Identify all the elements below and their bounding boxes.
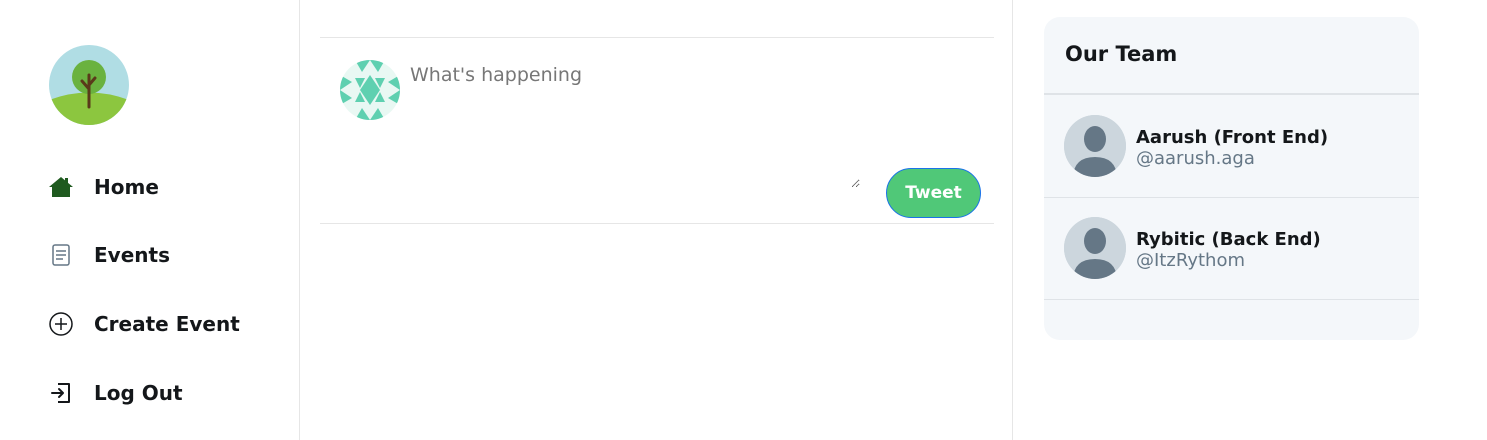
- identicon-avatar: [340, 60, 400, 120]
- logout-icon: [48, 380, 74, 406]
- home-icon: [48, 174, 74, 200]
- team-member-name: Rybitic (Back End): [1136, 229, 1321, 250]
- sidebar-item-log-out[interactable]: Log Out: [48, 373, 183, 413]
- tweet-composer: Tweet: [320, 37, 994, 224]
- sidebar-item-events[interactable]: Events: [48, 235, 170, 275]
- widget-title: Our Team: [1065, 42, 1178, 66]
- sidebar-item-label: Events: [94, 243, 170, 267]
- team-member[interactable]: Rybitic (Back End) @ItzRythom: [1044, 197, 1419, 300]
- plus-circle-icon: [48, 311, 74, 337]
- team-member-name: Aarush (Front End): [1136, 127, 1329, 148]
- sidebar-item-home[interactable]: Home: [48, 167, 159, 207]
- default-user-avatar: [1064, 217, 1126, 279]
- sidebar-item-label: Home: [94, 175, 159, 199]
- tweet-button[interactable]: Tweet: [886, 168, 981, 218]
- team-member-handle: @aarush.aga: [1136, 148, 1255, 169]
- tree-logo-icon[interactable]: [49, 45, 129, 125]
- sidebar: Home Events Create Event Log Out: [0, 0, 300, 440]
- tweet-input[interactable]: [410, 64, 860, 188]
- team-member[interactable]: Aarush (Front End) @aarush.aga: [1044, 95, 1419, 198]
- sidebar-item-create-event[interactable]: Create Event: [48, 304, 240, 344]
- team-widget: Our Team Aarush (Front End) @aarush.aga …: [1044, 17, 1419, 340]
- sidebar-item-label: Create Event: [94, 312, 240, 336]
- sidebar-item-label: Log Out: [94, 381, 183, 405]
- default-user-avatar: [1064, 115, 1126, 177]
- feed: Tweet: [301, 0, 1013, 440]
- document-icon: [48, 242, 74, 268]
- team-member-handle: @ItzRythom: [1136, 250, 1246, 271]
